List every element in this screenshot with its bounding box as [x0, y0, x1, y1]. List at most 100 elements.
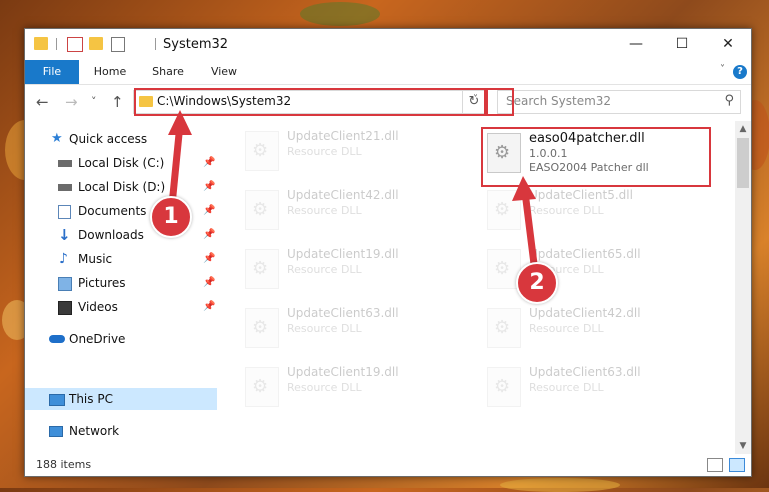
sidebar-item-music[interactable]: ♪ Music 📌 [25, 248, 217, 270]
file-name: UpdateClient42.dll [529, 306, 641, 320]
sidebar-item-pictures[interactable]: Pictures 📌 [25, 272, 217, 294]
star-icon: ★ [51, 131, 63, 146]
list-item[interactable]: UpdateClient19.dll Resource DLL [241, 245, 461, 291]
pin-icon[interactable]: 📌 [203, 176, 215, 198]
list-item[interactable]: UpdateClient63.dll Resource DLL [483, 363, 703, 409]
tab-share[interactable]: Share [141, 60, 195, 84]
tab-home[interactable]: Home [85, 60, 135, 84]
sidebar-item-this-pc[interactable]: This PC [25, 388, 217, 410]
chevron-down-icon[interactable]: ˅ [720, 64, 725, 75]
file-type: Resource DLL [529, 381, 604, 394]
refresh-highlight [484, 88, 514, 116]
new-folder-icon[interactable] [89, 37, 103, 50]
list-item[interactable]: UpdateClient21.dll Resource DLL [241, 127, 461, 173]
file-type: Resource DLL [287, 204, 362, 217]
dll-file-icon [245, 367, 279, 407]
list-item[interactable]: UpdateClient42.dll Resource DLL [241, 186, 461, 232]
address-highlight [134, 88, 488, 116]
file-name: UpdateClient19.dll [287, 365, 399, 379]
dll-file-icon [245, 190, 279, 230]
file-highlight [481, 127, 711, 187]
list-item[interactable]: UpdateClient42.dll Resource DLL [483, 304, 703, 350]
sidebar-item-network[interactable]: Network [25, 420, 217, 442]
sidebar-item-label: Quick access [69, 132, 148, 146]
list-item[interactable]: UpdateClient63.dll Resource DLL [241, 304, 461, 350]
background-leaf [300, 2, 380, 26]
cloud-icon [49, 335, 65, 343]
search-placeholder: Search System32 [506, 94, 612, 108]
list-item[interactable]: UpdateClient5.dll Resource DLL [483, 186, 703, 232]
computer-icon [49, 394, 65, 406]
view-options-icon[interactable] [111, 37, 125, 52]
help-icon[interactable]: ? [733, 65, 747, 79]
dll-file-icon [245, 131, 279, 171]
list-item[interactable]: UpdateClient19.dll Resource DLL [241, 363, 461, 409]
pin-icon[interactable]: 📌 [203, 248, 215, 270]
dll-file-icon [245, 249, 279, 289]
file-name: UpdateClient65.dll [529, 247, 641, 261]
large-icons-view-icon[interactable] [729, 458, 745, 472]
maximize-button[interactable]: ☐ [659, 29, 705, 60]
pin-icon[interactable]: 📌 [203, 152, 215, 174]
pin-icon[interactable]: 📌 [203, 200, 215, 222]
scroll-down-icon[interactable]: ▼ [735, 438, 751, 454]
tab-file[interactable]: File [25, 60, 79, 84]
pin-icon[interactable]: 📌 [203, 224, 215, 246]
file-type: Resource DLL [529, 204, 604, 217]
recent-locations-button[interactable]: ˅ [91, 95, 97, 108]
back-button[interactable]: ← [36, 93, 49, 111]
tab-view[interactable]: View [201, 60, 247, 84]
details-view-icon[interactable] [707, 458, 723, 472]
window-title: System32 [163, 37, 229, 52]
file-name: UpdateClient5.dll [529, 188, 633, 202]
up-button[interactable]: ↑ [111, 93, 124, 111]
properties-icon[interactable] [67, 37, 83, 52]
sidebar-item-label: Videos [78, 300, 118, 314]
sidebar-item-label: Music [78, 252, 113, 266]
dll-file-icon [487, 308, 521, 348]
sidebar-item-label: This PC [69, 392, 113, 406]
sidebar-item-onedrive[interactable]: OneDrive [25, 328, 217, 350]
sidebar-item-label: OneDrive [69, 332, 126, 346]
folder-icon [34, 37, 48, 50]
file-type: Resource DLL [287, 381, 362, 394]
pictures-icon [58, 277, 72, 291]
background-leaf [500, 478, 620, 492]
music-icon: ♪ [59, 251, 68, 267]
file-name: UpdateClient63.dll [529, 365, 641, 379]
scroll-up-icon[interactable]: ▲ [735, 121, 751, 137]
sidebar-item-local-disk-d[interactable]: Local Disk (D:) 📌 [25, 176, 217, 198]
sidebar-item-label: Pictures [78, 276, 126, 290]
forward-button[interactable]: → [65, 93, 78, 111]
file-name: UpdateClient19.dll [287, 247, 399, 261]
scrollbar-thumb[interactable] [737, 138, 749, 188]
drive-icon [58, 160, 72, 167]
navigation-pane: ★ Quick access Local Disk (C:) 📌 Local D… [25, 121, 217, 454]
file-type: Resource DLL [287, 145, 362, 158]
file-name: UpdateClient21.dll [287, 129, 399, 143]
sidebar-item-label: Documents [78, 204, 147, 218]
network-icon [49, 426, 63, 437]
documents-icon [58, 205, 71, 219]
search-icon[interactable]: ⚲ [724, 93, 734, 108]
close-button[interactable]: ✕ [705, 29, 751, 60]
separator [155, 38, 156, 50]
minimize-button[interactable]: — [613, 29, 659, 60]
sidebar-item-quick-access[interactable]: ★ Quick access [25, 128, 217, 150]
vertical-scrollbar[interactable]: ▲ ▼ [735, 121, 751, 454]
download-icon: ↓ [58, 226, 71, 244]
search-input[interactable]: Search System32 ⚲ [497, 90, 741, 114]
file-name: UpdateClient63.dll [287, 306, 399, 320]
drive-icon [58, 184, 72, 191]
ribbon: File Home Share View ˅ ? [25, 60, 751, 85]
dll-file-icon [487, 367, 521, 407]
file-type: Resource DLL [529, 322, 604, 335]
file-type: Resource DLL [287, 322, 362, 335]
explorer-window: System32 — ☐ ✕ File Home Share View ˅ ? … [24, 28, 752, 477]
file-type: Resource DLL [287, 263, 362, 276]
pin-icon[interactable]: 📌 [203, 296, 215, 318]
sidebar-item-local-disk-c[interactable]: Local Disk (C:) 📌 [25, 152, 217, 174]
videos-icon [58, 301, 72, 315]
pin-icon[interactable]: 📌 [203, 272, 215, 294]
sidebar-item-videos[interactable]: Videos 📌 [25, 296, 217, 318]
